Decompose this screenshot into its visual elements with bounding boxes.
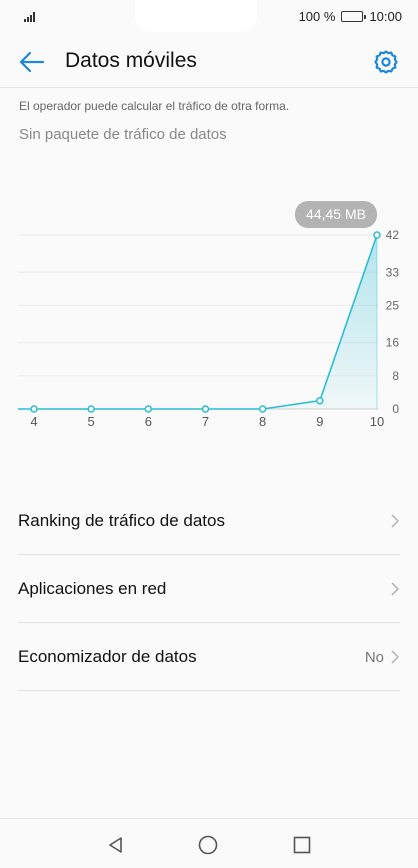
y-tick-label: 0	[392, 402, 399, 416]
battery-percentage: 100 %	[298, 9, 336, 24]
data-point	[144, 405, 153, 413]
usage-line	[18, 234, 378, 410]
list-item-label: Economizador de datos	[18, 646, 197, 666]
settings-button[interactable]	[370, 46, 402, 78]
nav-home-button[interactable]	[192, 829, 224, 861]
usage-tooltip-text: 44,45 MB	[306, 206, 366, 222]
list-item-label: Aplicaciones en red	[18, 578, 167, 598]
operator-note: El operador puede calcular el tráfico de…	[19, 99, 290, 113]
list-item-label: Ranking de tráfico de datos	[18, 510, 225, 530]
clock: 10:00	[369, 9, 402, 24]
circle-home-icon	[198, 835, 218, 855]
x-tick-label: 9	[316, 414, 323, 429]
display-notch	[135, 0, 257, 32]
settings-list: Ranking de tráfico de datos Aplicaciones…	[0, 487, 418, 691]
y-tick-label: 16	[386, 336, 400, 350]
data-usage-chart: 42 33 25 16 8 0 4 5 6 7 8 9 10 44,45 MB	[18, 201, 400, 429]
battery-icon	[341, 11, 367, 22]
data-point	[201, 405, 210, 413]
chevron-right-icon	[391, 650, 400, 664]
x-tick-label: 4	[30, 414, 37, 429]
back-arrow-icon	[19, 51, 45, 73]
data-plan-status: Sin paquete de tráfico de datos	[19, 126, 227, 143]
navigation-bar	[0, 818, 418, 868]
signal-icon	[24, 12, 35, 22]
data-point	[30, 405, 38, 413]
nav-recents-button[interactable]	[286, 829, 318, 861]
list-item-network-apps[interactable]: Aplicaciones en red	[18, 555, 400, 623]
x-tick-label: 5	[88, 414, 95, 429]
data-point	[373, 231, 381, 239]
data-point	[316, 396, 324, 405]
chevron-right-icon	[391, 514, 400, 528]
app-bar: Datos móviles	[0, 34, 418, 88]
data-saver-status: No	[364, 648, 384, 666]
status-bar: 100 % 10:00	[0, 0, 418, 34]
nav-back-button[interactable]	[100, 829, 132, 861]
status-right: 100 % 10:00	[299, 9, 402, 24]
back-button[interactable]	[16, 46, 48, 78]
list-item-data-saver[interactable]: Economizador de datos No	[18, 623, 400, 691]
data-point	[87, 405, 95, 413]
data-point	[258, 405, 267, 413]
x-tick-label: 7	[202, 414, 209, 429]
page-title: Datos móviles	[65, 49, 197, 72]
gear-icon	[374, 50, 398, 74]
square-recents-icon	[293, 836, 311, 854]
x-tick-label: 10	[370, 414, 384, 429]
chevron-right-icon	[391, 582, 400, 596]
triangle-back-icon	[109, 837, 122, 853]
y-tick-label: 8	[392, 369, 399, 383]
x-tick-label: 8	[259, 414, 266, 429]
y-tick-label: 25	[386, 298, 400, 312]
list-item-data-ranking[interactable]: Ranking de tráfico de datos	[18, 487, 400, 555]
y-tick-label: 33	[386, 265, 400, 279]
x-tick-label: 6	[145, 414, 152, 429]
y-tick-label: 42	[386, 228, 400, 242]
